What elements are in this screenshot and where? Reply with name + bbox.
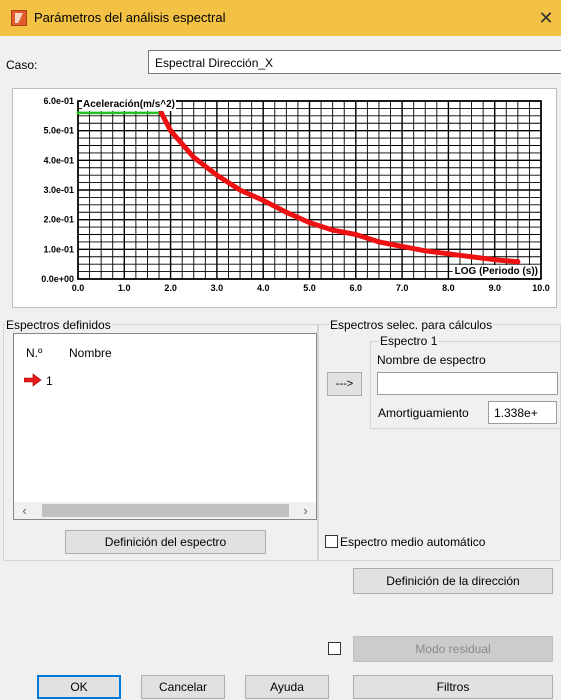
series-point	[283, 209, 289, 215]
close-button[interactable]: ✕	[531, 0, 561, 36]
x-tick-label: 0.0	[72, 283, 85, 293]
y-tick-label: 5.0e-01	[43, 126, 74, 136]
residual-mode-button[interactable]: Modo residual	[353, 636, 553, 662]
y-tick-label: 0.0e+00	[41, 274, 74, 284]
series-point	[214, 172, 220, 178]
x-tick-label: 6.0	[350, 283, 363, 293]
define-direction-button[interactable]: Definición de la dirección	[353, 568, 553, 594]
series-point	[469, 254, 475, 260]
scroll-left-icon[interactable]: ‹	[16, 502, 33, 519]
y-tick-label: 6.0e-01	[43, 96, 74, 106]
scroll-thumb[interactable]	[42, 504, 289, 517]
auto-spectrum-label: Espectro medio automático	[340, 535, 486, 549]
defined-spectra-title: Espectros definidos	[5, 318, 112, 332]
x-tick-label: 3.0	[211, 283, 224, 293]
define-spectrum-button[interactable]: Definición del espectro	[65, 530, 266, 554]
series-point	[422, 248, 428, 254]
horizontal-scrollbar[interactable]: ‹ ›	[14, 502, 316, 519]
window-title: Parámetros del análisis espectral	[34, 10, 226, 25]
y-tick-label: 1.0e-01	[43, 244, 74, 254]
red-arrow-icon	[24, 373, 42, 387]
spectrum-1-title: Espectro 1	[379, 334, 439, 348]
x-tick-label: 1.0	[118, 283, 131, 293]
col-number-header: N.º	[26, 346, 43, 360]
ok-button[interactable]: OK	[37, 675, 121, 699]
series-point	[399, 243, 405, 249]
x-tick-label: 4.0	[257, 283, 270, 293]
chart-svg: 0.0 1.0 2.0 3.0 4.0 5.0 6.0 7.0 8.0 9.0 10.0 0.0e+0…	[41, 96, 550, 293]
caso-value: Espectral Dirección_X	[155, 56, 274, 70]
caso-label: Caso:	[6, 58, 38, 72]
filters-button[interactable]: Filtros	[353, 675, 553, 699]
damping-label: Amortiguamiento	[378, 406, 469, 420]
caso-field[interactable]: Espectral Dirección_X	[148, 50, 561, 74]
add-spectrum-button[interactable]: --->	[327, 372, 362, 396]
series-line	[158, 110, 521, 265]
list-item[interactable]: 1	[18, 372, 138, 390]
series-point	[492, 257, 498, 263]
damping-value: 1.338e+	[494, 406, 538, 420]
spectrum-chart: 0.0 1.0 2.0 3.0 4.0 5.0 6.0 7.0 8.0 9.0 10.0 0.0e+0…	[12, 88, 557, 308]
selected-spectra-title: Espectros selec. para cálculos	[329, 318, 494, 332]
series-point	[158, 110, 164, 116]
x-tick-label: 7.0	[396, 283, 409, 293]
series-point	[445, 251, 451, 257]
series-point	[191, 154, 197, 160]
series-point	[330, 227, 336, 233]
cancel-button[interactable]: Cancelar	[141, 675, 225, 699]
series-point	[260, 197, 266, 203]
series-point	[307, 220, 312, 226]
spectra-list[interactable]: N.º Nombre 1 ‹ ›	[13, 333, 317, 520]
series-point	[376, 239, 382, 245]
series-point	[353, 232, 359, 237]
y-tick-label: 4.0e-01	[43, 155, 74, 165]
app-icon	[11, 10, 27, 26]
y-tick-label: 2.0e-01	[43, 215, 74, 225]
x-tick-label: 8.0	[442, 283, 455, 293]
spectrum-name-label: Nombre de espectro	[377, 353, 486, 367]
x-tick-label: 9.0	[488, 283, 501, 293]
list-item-number: 1	[46, 374, 53, 388]
y-axis-label: Aceleración(m/s^2)	[83, 99, 175, 110]
series-point	[76, 111, 80, 115]
series-point	[515, 259, 521, 265]
y-tick-label: 3.0e-01	[43, 185, 74, 195]
scroll-right-icon[interactable]: ›	[297, 502, 314, 519]
damping-field[interactable]: 1.338e+	[488, 401, 557, 424]
x-tick-label: 10.0	[532, 283, 550, 293]
x-tick-label: 5.0	[303, 283, 316, 293]
col-name-header: Nombre	[69, 346, 112, 360]
spectrum-name-field[interactable]	[377, 372, 558, 395]
x-axis-label: LOG (Periodo (s))	[455, 266, 538, 277]
residual-mode-checkbox[interactable]	[328, 642, 341, 655]
help-button[interactable]: Ayuda	[245, 675, 329, 699]
series-point	[168, 128, 174, 134]
auto-spectrum-checkbox[interactable]	[325, 535, 338, 548]
title-bar: Parámetros del análisis espectral ✕	[0, 0, 561, 36]
series-point	[237, 187, 243, 193]
x-tick-label: 2.0	[164, 283, 177, 293]
